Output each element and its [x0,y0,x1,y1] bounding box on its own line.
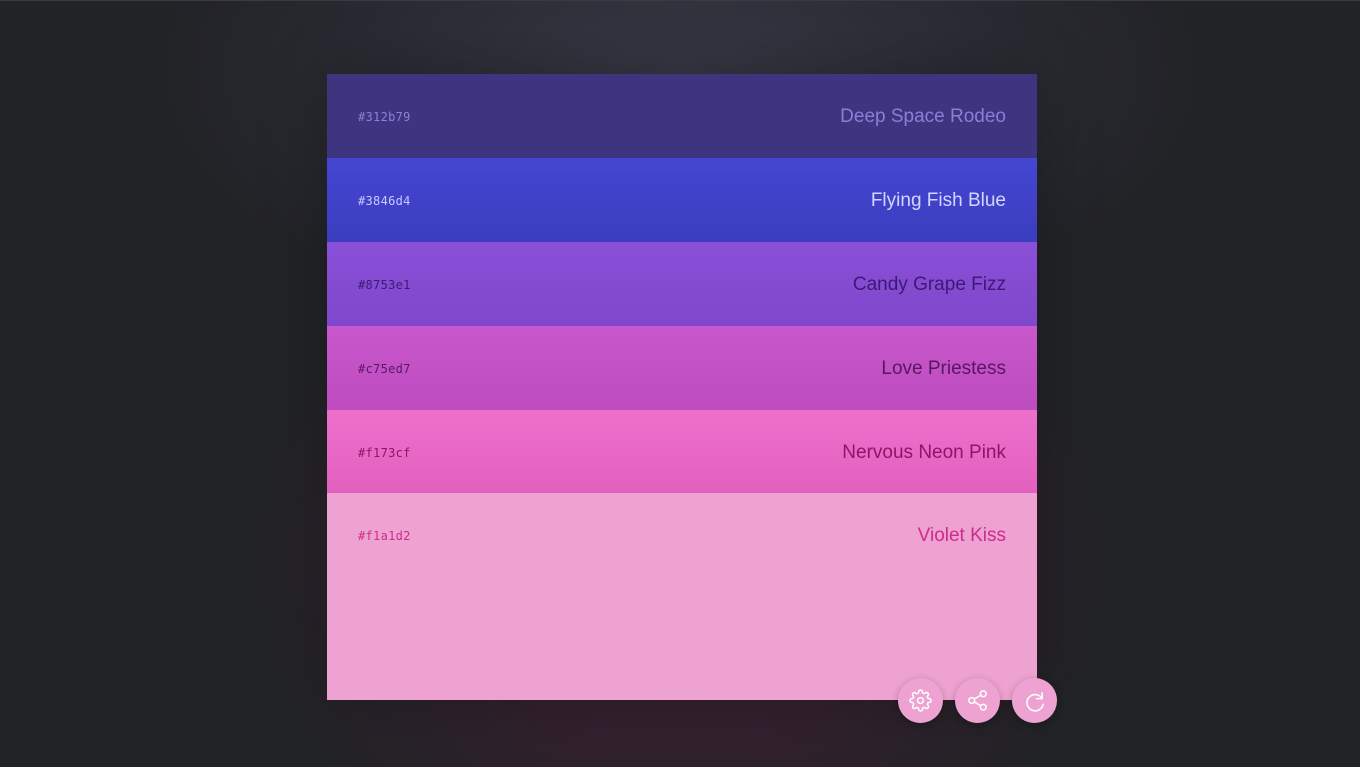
share-button[interactable] [955,678,1000,723]
color-swatch[interactable]: #312b79 Deep Space Rodeo [327,74,1037,158]
color-swatch[interactable]: #f1a1d2 Violet Kiss [327,493,1037,700]
color-name: Flying Fish Blue [870,190,1006,211]
hex-code[interactable]: #f1a1d2 [358,529,411,543]
hex-code[interactable]: #f173cf [358,446,411,460]
gear-icon [909,689,932,712]
settings-button[interactable] [898,678,943,723]
hex-code[interactable]: #c75ed7 [358,362,411,376]
refresh-icon [1026,692,1044,712]
color-palette: #312b79 Deep Space Rodeo #3846d4 Flying … [327,74,1037,700]
hex-code[interactable]: #3846d4 [358,194,411,208]
color-swatch[interactable]: #3846d4 Flying Fish Blue [327,158,1037,242]
color-name: Candy Grape Fizz [852,274,1006,295]
hex-code[interactable]: #312b79 [358,110,411,124]
color-swatch[interactable]: #f173cf Nervous Neon Pink [327,410,1037,493]
color-swatch[interactable]: #c75ed7 Love Priestess [327,326,1037,410]
color-name: Violet Kiss [917,525,1006,546]
color-swatch[interactable]: #8753e1 Candy Grape Fizz [327,242,1037,326]
color-name: Love Priestess [881,358,1006,379]
color-name: Deep Space Rodeo [840,106,1006,127]
refresh-button[interactable] [1012,678,1057,723]
share-icon [968,690,987,711]
hex-code[interactable]: #8753e1 [358,278,411,292]
color-name: Nervous Neon Pink [842,442,1006,463]
